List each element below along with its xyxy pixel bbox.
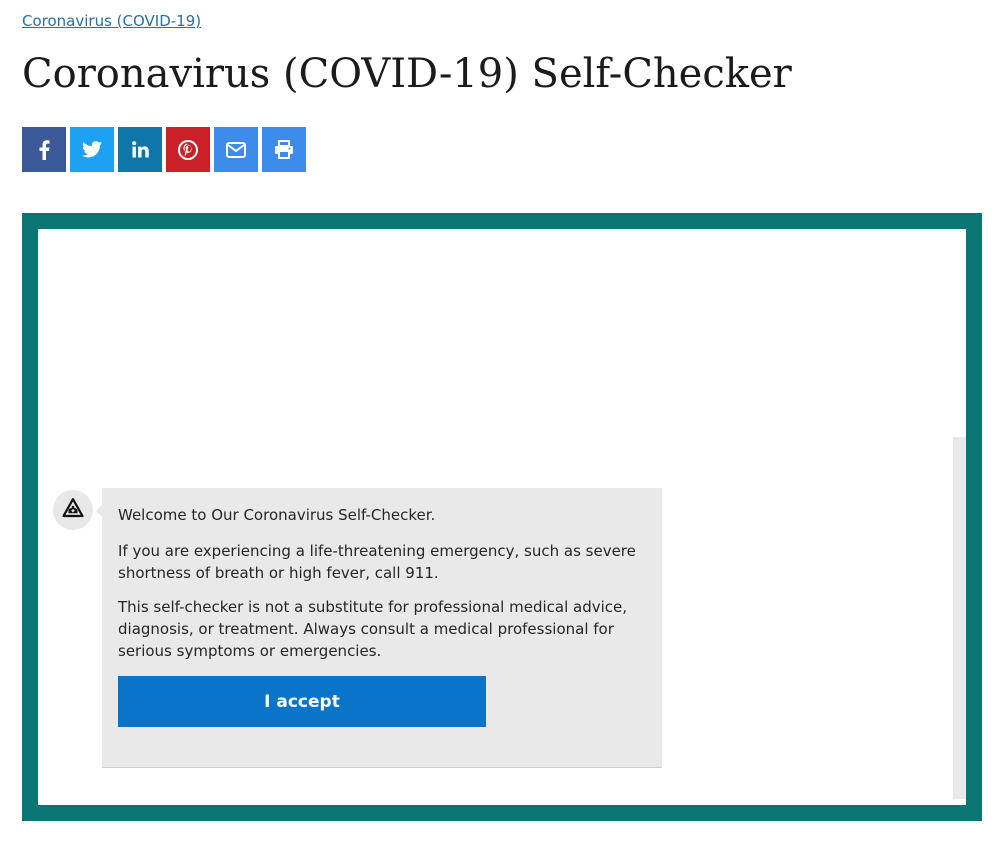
pinterest-icon [178, 139, 198, 160]
emergency-message: If you are experiencing a life-threateni… [118, 542, 636, 582]
share-linkedin-button[interactable] [118, 127, 162, 172]
page-title: Coronavirus (COVID-19) Self-Checker [22, 51, 792, 97]
share-twitter-button[interactable] [70, 127, 114, 172]
share-bar [22, 127, 306, 172]
welcome-message: Welcome to Our Coronavirus Self-Checker. [118, 506, 436, 524]
welcome-message-card: Welcome to Our Coronavirus Self-Checker.… [96, 488, 662, 768]
self-checker-frame: Welcome to Our Coronavirus Self-Checker.… [22, 213, 982, 821]
chat-scrollbar[interactable] [953, 437, 966, 799]
disclaimer-message: This self-checker is not a substitute fo… [118, 598, 628, 660]
facebook-icon [38, 139, 50, 160]
share-email-button[interactable] [214, 127, 258, 172]
linkedin-icon [131, 141, 149, 158]
breadcrumb-link[interactable]: Coronavirus (COVID-19) [22, 12, 201, 30]
print-icon [274, 140, 294, 159]
twitter-icon [82, 141, 102, 158]
share-print-button[interactable] [262, 127, 306, 172]
accept-button[interactable]: I accept [118, 676, 486, 727]
share-facebook-button[interactable] [22, 127, 66, 172]
email-icon [226, 141, 246, 158]
share-pinterest-button[interactable] [166, 127, 210, 172]
medical-bot-icon [61, 497, 85, 523]
bot-avatar [53, 490, 93, 530]
